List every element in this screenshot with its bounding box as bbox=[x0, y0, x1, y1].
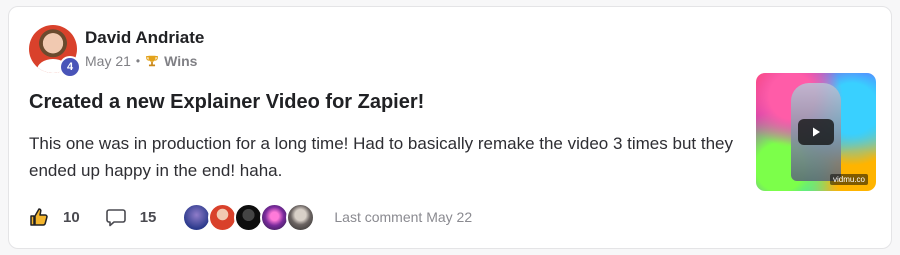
post-body: This one was in production for a long ti… bbox=[29, 134, 733, 180]
commenter-avatars[interactable] bbox=[182, 202, 316, 232]
post-title[interactable]: Created a new Explainer Video for Zapier… bbox=[29, 91, 424, 114]
comment-bubble-icon bbox=[105, 208, 126, 226]
video-watermark: vidmu.co bbox=[829, 174, 868, 185]
like-button[interactable]: 10 bbox=[29, 207, 80, 227]
post-card[interactable]: 4 David Andriate May 21 • Wins Created a… bbox=[8, 6, 892, 249]
like-count: 10 bbox=[63, 208, 80, 226]
level-badge: 4 bbox=[59, 56, 81, 78]
commenter-avatar[interactable] bbox=[260, 202, 290, 232]
comment-button[interactable]: 15 bbox=[105, 208, 157, 227]
post-date[interactable]: May 21 bbox=[85, 53, 131, 69]
comment-count: 15 bbox=[139, 208, 157, 226]
author-name[interactable]: David Andriate bbox=[85, 28, 204, 48]
post-footer: 10 15 Last comment May 22 bbox=[29, 202, 473, 232]
commenter-avatar[interactable] bbox=[286, 202, 316, 232]
last-comment-time: Last comment May 22 bbox=[334, 209, 473, 225]
trophy-icon bbox=[146, 55, 158, 67]
commenter-avatar[interactable] bbox=[234, 202, 264, 232]
commenter-avatar[interactable] bbox=[182, 202, 212, 232]
play-icon[interactable] bbox=[798, 119, 834, 145]
video-thumbnail[interactable]: vidmu.co bbox=[756, 73, 876, 191]
post-meta: May 21 • Wins bbox=[85, 53, 197, 69]
post-category[interactable]: Wins bbox=[164, 53, 197, 69]
commenter-avatar[interactable] bbox=[208, 202, 238, 232]
author-avatar[interactable]: 4 bbox=[29, 25, 81, 78]
meta-separator: • bbox=[135, 54, 141, 68]
thumbs-up-icon bbox=[30, 208, 48, 226]
